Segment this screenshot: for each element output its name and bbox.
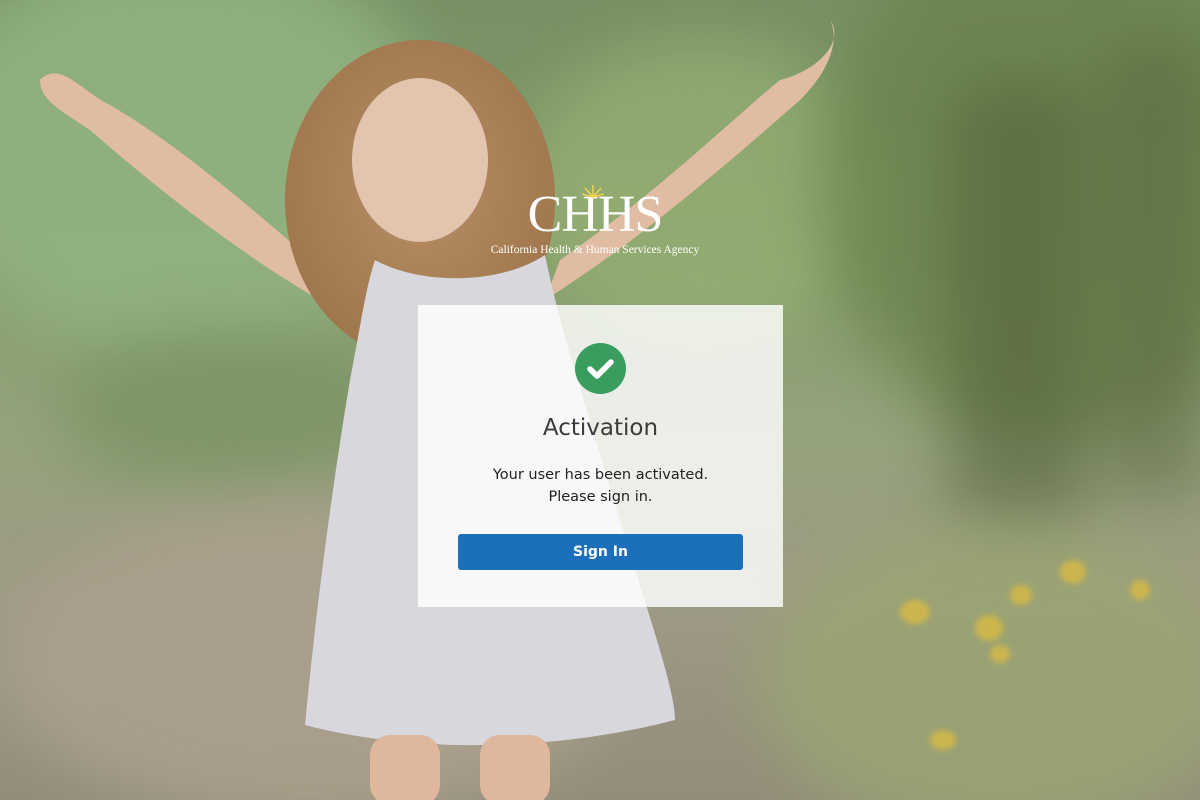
chhs-logo: CHHS California Health & Human Services … [490, 185, 700, 268]
sun-icon [582, 185, 604, 198]
check-circle-icon [575, 343, 626, 394]
message-line-1: Your user has been activated. [492, 467, 709, 483]
activation-message: Your user has been activated. Please sig… [418, 464, 783, 508]
sign-in-button[interactable]: Sign In [458, 534, 743, 570]
page-title: Activation [542, 415, 659, 441]
message-line-2: Please sign in. [548, 489, 653, 505]
activation-panel: Activation Your user has been activated.… [418, 305, 783, 607]
logo-subtitle: California Health & Human Services Agenc… [490, 244, 700, 256]
